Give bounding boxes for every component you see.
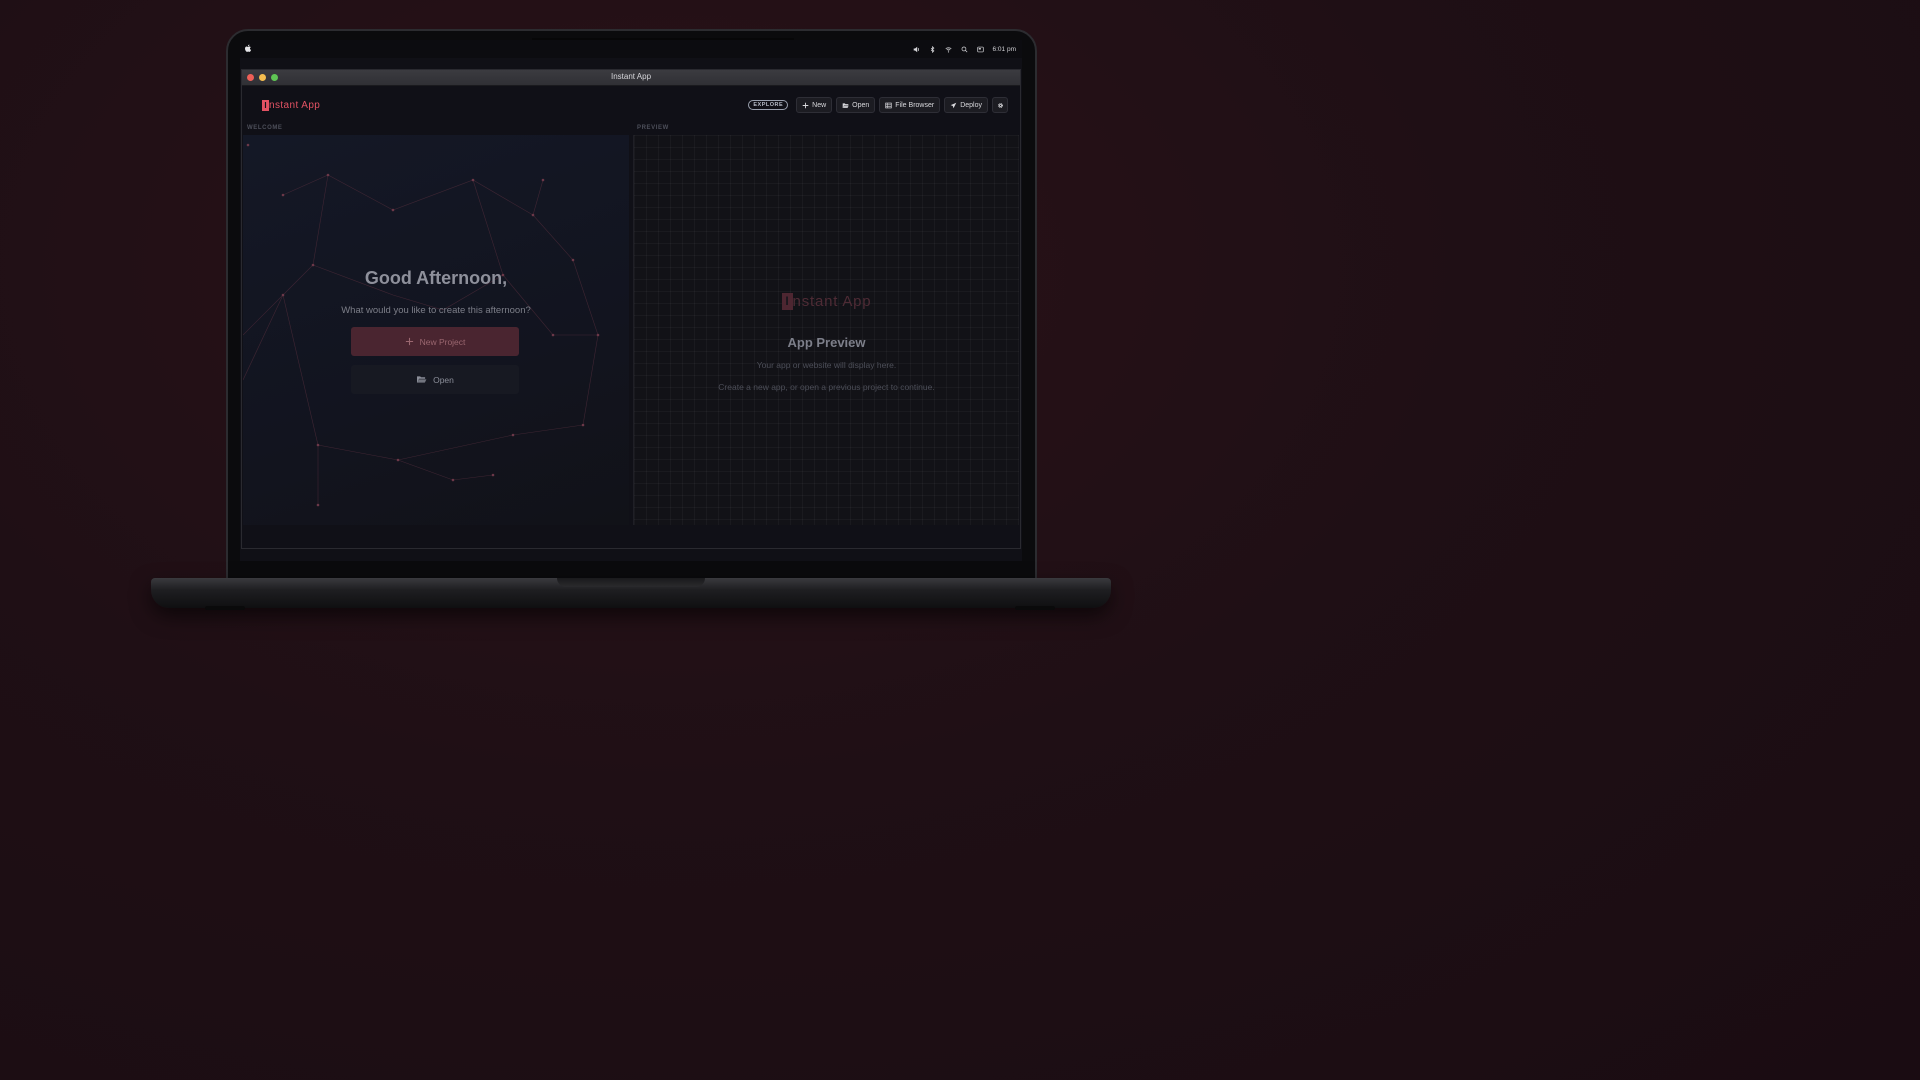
laptop-foot-right: [1015, 606, 1055, 610]
apple-icon[interactable]: [244, 44, 252, 53]
open-button[interactable]: Open: [836, 97, 876, 113]
app-window: Instant App I nstant App EXPLORE New Ope…: [241, 69, 1021, 549]
greeting-heading: Good Afternoon,: [364, 268, 508, 288]
file-browser-button-label: File Browser: [895, 101, 935, 109]
wifi-icon[interactable]: [944, 46, 952, 53]
brand-mark: I: [262, 100, 269, 111]
deploy-button[interactable]: Deploy: [944, 97, 988, 113]
open-button-label: Open: [852, 101, 870, 109]
new-project-button[interactable]: New Project: [351, 327, 519, 356]
bluetooth-icon[interactable]: [929, 45, 936, 53]
welcome-section-label: WELCOME: [247, 125, 283, 131]
plus-icon: [802, 102, 809, 108]
laptop-base-notch: [557, 578, 705, 587]
settings-button[interactable]: [992, 97, 1008, 113]
brand-logo: I nstant App: [262, 100, 320, 111]
open-project-label: Open: [433, 374, 454, 385]
plus-icon: [405, 337, 413, 346]
new-project-label: New Project: [419, 336, 466, 347]
menu-bar-status: 6:01 pm: [913, 40, 1017, 58]
menu-bar: 6:01 pm: [240, 40, 1022, 58]
file-browser-icon: [885, 102, 892, 108]
brand-text: nstant App: [269, 100, 321, 111]
preview-brand-logo: I nstant App: [634, 293, 1019, 310]
preview-brand-text: nstant App: [792, 293, 872, 310]
file-browser-button[interactable]: File Browser: [879, 97, 941, 113]
folder-open-icon: [417, 376, 427, 383]
open-project-button[interactable]: Open: [351, 365, 519, 394]
menu-bar-clock[interactable]: 6:01 pm: [993, 46, 1017, 53]
preview-brand-mark: I: [781, 293, 793, 310]
search-icon[interactable]: [961, 46, 968, 53]
deploy-button-label: Deploy: [960, 101, 982, 109]
new-button[interactable]: New: [796, 97, 833, 113]
gear-icon: [997, 102, 1003, 108]
laptop-foot-left: [205, 606, 245, 610]
new-button-label: New: [812, 101, 827, 109]
preview-panel: I nstant App App Preview Your app or web…: [633, 135, 1019, 525]
explore-badge[interactable]: EXPLORE: [748, 100, 789, 110]
preview-section-label: PREVIEW: [637, 125, 669, 131]
window-titlebar[interactable]: Instant App: [242, 70, 1020, 86]
volume-icon[interactable]: [913, 46, 920, 53]
window-title: Instant App: [610, 72, 652, 81]
preview-line-1: Your app or website will display here.: [756, 360, 897, 370]
folder-open-icon: [842, 102, 849, 108]
send-icon: [950, 102, 957, 108]
app-header: I nstant App EXPLORE New Open File Brows…: [242, 85, 1020, 125]
preview-title: App Preview: [787, 335, 866, 350]
welcome-panel: Good Afternoon, What would you like to c…: [243, 135, 629, 525]
control-center-icon[interactable]: [976, 46, 984, 53]
toolbar: EXPLORE New Open File Browser Deploy: [748, 97, 1008, 113]
laptop-screen: 6:01 pm Instant App I nstant App EXPLORE…: [240, 40, 1022, 561]
greeting-prompt: What would you like to create this after…: [341, 305, 531, 316]
preview-line-2: Create a new app, or open a previous pro…: [718, 382, 935, 392]
